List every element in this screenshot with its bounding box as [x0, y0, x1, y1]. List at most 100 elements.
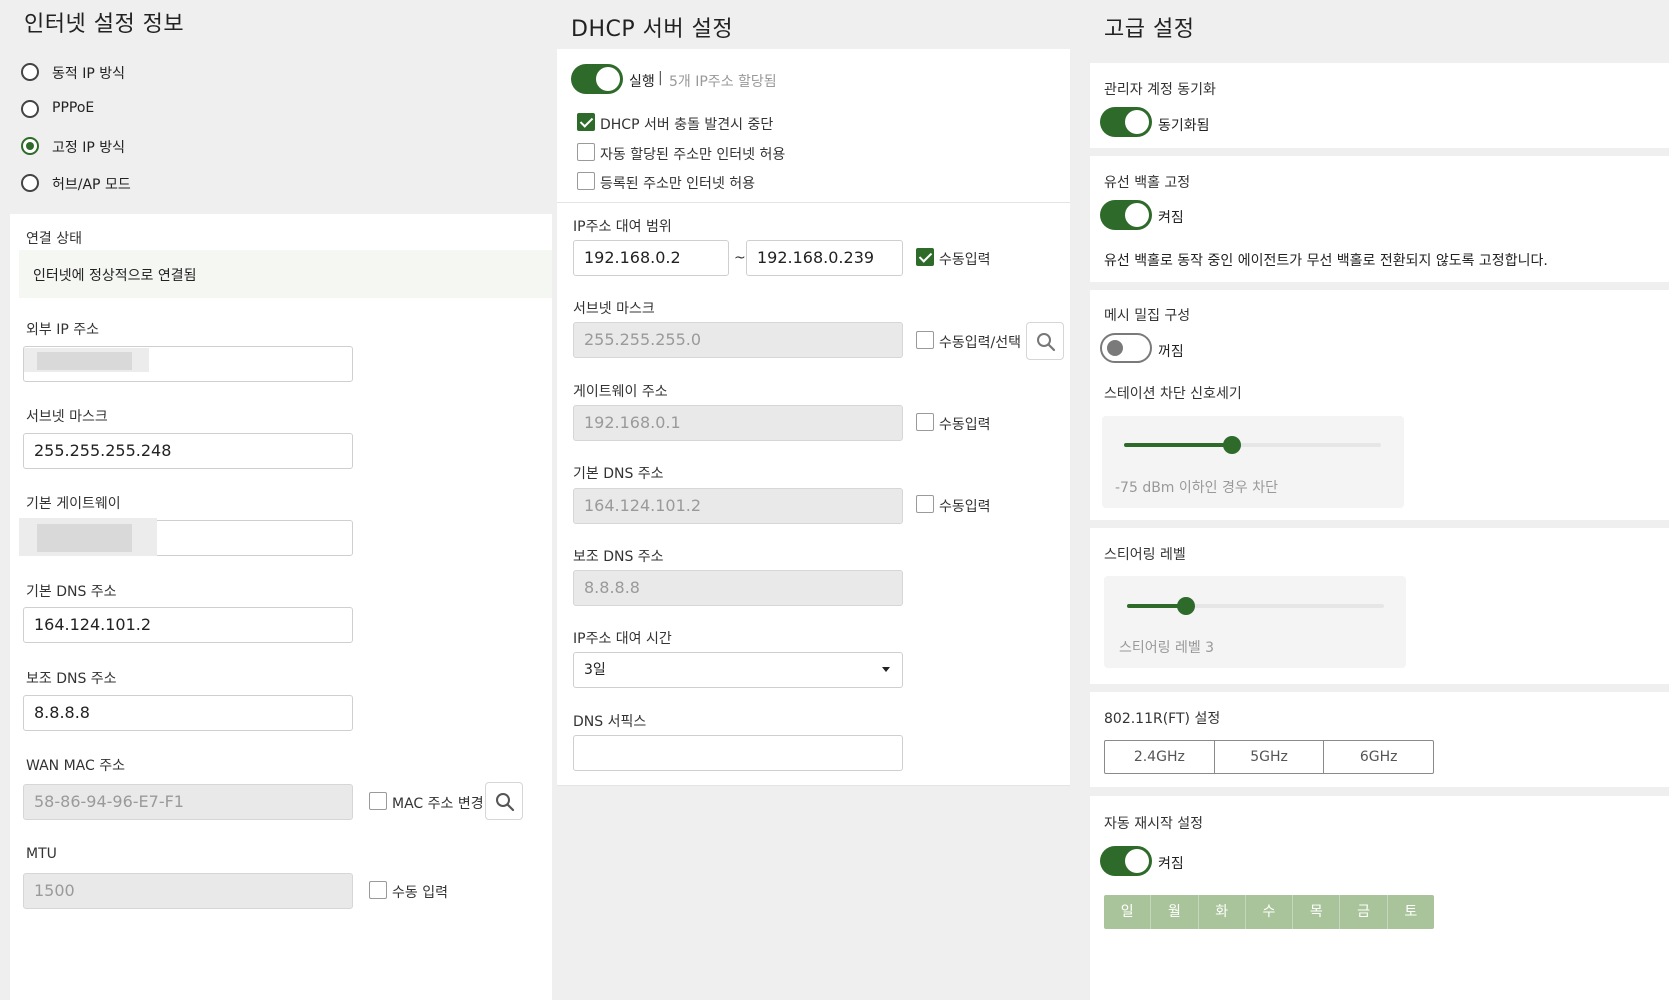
- dhcp-divider: [557, 202, 1070, 203]
- ft-band-6ghz[interactable]: 6GHz: [1324, 741, 1433, 773]
- subnet-mask-input[interactable]: 255.255.255.248: [23, 433, 353, 469]
- ip-range-start-input[interactable]: 192.168.0.2: [573, 240, 729, 276]
- dhcp-registered-only-checkbox[interactable]: [577, 172, 595, 190]
- dhcp-dns2-input[interactable]: 8.8.8.8: [573, 570, 903, 606]
- dhcp-dns2-label: 보조 DNS 주소: [573, 549, 664, 565]
- dhcp-bottom-divider: [557, 785, 1070, 786]
- secondary-dns-input[interactable]: 8.8.8.8: [23, 695, 353, 731]
- admin-sync-label: 관리자 계정 동기화: [1104, 82, 1216, 98]
- search-icon: [496, 793, 515, 812]
- mac-change-checkbox[interactable]: [369, 792, 387, 810]
- wired-backhaul-description: 유선 백홀로 동작 중인 에이전트가 무선 백홀로 전환되지 않도록 고정합니다…: [1104, 253, 1548, 269]
- dhcp-subnet-manual-label: 수동입력/선택: [939, 335, 1021, 351]
- mtu-manual-label: 수동 입력: [392, 885, 448, 901]
- lease-time-select[interactable]: 3일: [573, 652, 903, 688]
- dhcp-status-separator: |: [658, 70, 663, 86]
- radio-label-dynamic-ip: 동적 IP 방식: [52, 66, 125, 82]
- admin-sync-state: 동기화됨: [1158, 118, 1210, 134]
- auto-restart-state: 켜짐: [1158, 856, 1184, 872]
- wired-backhaul-state: 켜짐: [1158, 210, 1184, 226]
- mac-search-button[interactable]: [485, 782, 523, 820]
- default-gateway-label: 기본 게이트웨이: [26, 496, 121, 512]
- day-thu[interactable]: 목: [1293, 895, 1341, 929]
- primary-dns-label: 기본 DNS 주소: [26, 584, 117, 600]
- steering-label: 스티어링 레벨: [1104, 547, 1186, 563]
- ft-band-2-4ghz[interactable]: 2.4GHz: [1105, 741, 1215, 773]
- radio-hub-ap[interactable]: [21, 174, 39, 192]
- advanced-settings-title: 고급 설정: [1104, 17, 1195, 42]
- station-slider-thumb[interactable]: [1222, 436, 1241, 454]
- day-tue[interactable]: 화: [1199, 895, 1246, 929]
- external-ip-label: 외부 IP 주소: [26, 322, 99, 338]
- search-icon: [1037, 333, 1056, 352]
- lease-time-value: 3일: [584, 662, 606, 678]
- external-ip-redacted-inner: [37, 352, 132, 370]
- subnet-mask-label: 서브넷 마스크: [26, 409, 108, 425]
- connection-status-label: 연결 상태: [26, 231, 82, 247]
- wired-backhaul-toggle[interactable]: [1100, 200, 1152, 230]
- dhcp-assigned-count: 5개 IP주소 할당됨: [669, 74, 777, 90]
- auto-restart-label: 자동 재시작 설정: [1104, 816, 1204, 832]
- mesh-state: 꺼짐: [1158, 344, 1184, 360]
- mtu-manual-checkbox[interactable]: [369, 881, 387, 899]
- ip-range-separator: ~: [734, 250, 746, 266]
- day-fri[interactable]: 금: [1340, 895, 1388, 929]
- mesh-toggle[interactable]: [1100, 333, 1152, 363]
- day-wed[interactable]: 수: [1246, 895, 1294, 929]
- dhcp-conflict-stop-checkbox[interactable]: [577, 113, 595, 131]
- ip-range-end-input[interactable]: 192.168.0.239: [746, 240, 903, 276]
- mesh-label: 메시 밀집 구성: [1104, 308, 1191, 324]
- dhcp-gateway-label: 게이트웨이 주소: [573, 384, 668, 400]
- connection-status-text: 인터넷에 정상적으로 연결됨: [33, 268, 197, 284]
- radio-label-hub-ap: 허브/AP 모드: [52, 177, 131, 193]
- dhcp-gateway-manual-label: 수동입력: [939, 417, 991, 433]
- dhcp-subnet-search-button[interactable]: [1026, 322, 1064, 360]
- dhcp-subnet-input[interactable]: 255.255.255.0: [573, 322, 903, 358]
- dhcp-dns1-manual-checkbox[interactable]: [916, 495, 934, 513]
- dhcp-running-toggle[interactable]: [571, 64, 623, 94]
- primary-dns-input[interactable]: 164.124.101.2: [23, 607, 353, 643]
- radio-dynamic-ip[interactable]: [21, 63, 39, 81]
- admin-sync-toggle[interactable]: [1100, 107, 1152, 137]
- mtu-input[interactable]: 1500: [23, 873, 353, 909]
- restart-day-selector: 일 월 화 수 목 금 토: [1104, 895, 1434, 929]
- dhcp-dns1-input[interactable]: 164.124.101.2: [573, 488, 903, 524]
- ft-band-5ghz[interactable]: 5GHz: [1215, 741, 1325, 773]
- internet-settings-title: 인터넷 설정 정보: [24, 12, 185, 37]
- mac-change-label: MAC 주소 변경: [392, 796, 484, 812]
- radio-static-ip[interactable]: [21, 137, 39, 155]
- radio-pppoe[interactable]: [21, 100, 39, 118]
- dhcp-registered-only-label: 등록된 주소만 인터넷 허용: [600, 176, 756, 192]
- wan-mac-label: WAN MAC 주소: [26, 758, 125, 774]
- wan-mac-input[interactable]: 58-86-94-96-E7-F1: [23, 784, 353, 820]
- steering-slider-caption: 스티어링 레벨 3: [1119, 640, 1215, 656]
- caret-down-icon: [882, 667, 890, 672]
- radio-label-pppoe: PPPoE: [52, 100, 95, 116]
- day-sat[interactable]: 토: [1388, 895, 1434, 929]
- ip-range-label: IP주소 대여 범위: [573, 219, 672, 235]
- mtu-label: MTU: [26, 846, 57, 862]
- day-sun[interactable]: 일: [1104, 895, 1152, 929]
- dhcp-dns1-manual-label: 수동입력: [939, 499, 991, 515]
- ip-range-manual-checkbox[interactable]: [916, 248, 934, 266]
- radio-label-static-ip: 고정 IP 방식: [52, 140, 125, 156]
- station-slider-fill: [1124, 443, 1232, 447]
- ip-range-manual-label: 수동입력: [939, 252, 991, 268]
- steering-slider-thumb[interactable]: [1177, 597, 1196, 615]
- dhcp-subnet-manual-checkbox[interactable]: [916, 331, 934, 349]
- dhcp-auto-only-checkbox[interactable]: [577, 143, 595, 161]
- gateway-redacted-inner: [37, 524, 132, 552]
- dhcp-gateway-manual-checkbox[interactable]: [916, 413, 934, 431]
- dhcp-auto-only-label: 자동 할당된 주소만 인터넷 허용: [600, 147, 786, 163]
- day-mon[interactable]: 월: [1151, 895, 1199, 929]
- dhcp-conflict-stop-label: DHCP 서버 충돌 발견시 중단: [600, 117, 774, 133]
- station-slider-caption: -75 dBm 이하인 경우 차단: [1115, 480, 1278, 496]
- dhcp-settings-title: DHCP 서버 설정: [571, 17, 734, 42]
- ft-label: 802.11R(FT) 설정: [1104, 711, 1221, 727]
- dns-suffix-input[interactable]: [573, 735, 903, 771]
- lease-time-label: IP주소 대여 시간: [573, 631, 672, 647]
- dhcp-gateway-input[interactable]: 192.168.0.1: [573, 405, 903, 441]
- auto-restart-toggle[interactable]: [1100, 846, 1152, 876]
- secondary-dns-label: 보조 DNS 주소: [26, 671, 117, 687]
- dhcp-running-label: 실행: [629, 74, 655, 90]
